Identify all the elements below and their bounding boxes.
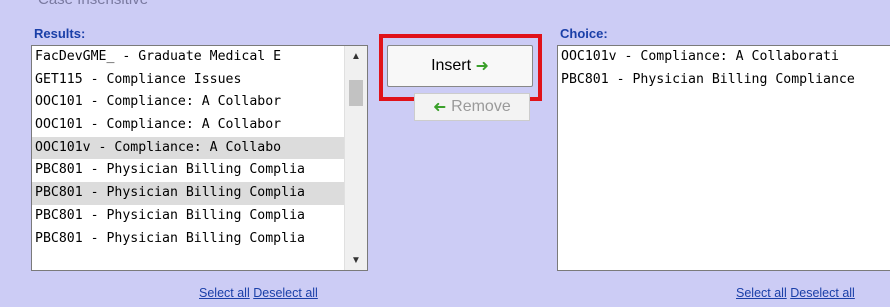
results-list-item[interactable]: PBC801 - Physician Billing Complia: [32, 159, 367, 182]
scroll-down-icon[interactable]: ▼: [345, 250, 367, 270]
choice-listbox[interactable]: OOC101v - Compliance: A Collaborati PBC80…: [557, 45, 890, 271]
results-select-all-link[interactable]: Select all: [199, 286, 250, 300]
results-rows: FacDevGME_ - Graduate Medical E GET115 - …: [32, 46, 367, 250]
header-partial: Case Insensitive: [0, 0, 890, 14]
green-right-arrow-icon: ➜: [471, 58, 489, 75]
green-left-arrow-icon: ➜: [433, 99, 447, 116]
results-list-item[interactable]: OOC101 - Compliance: A Collabor: [32, 91, 367, 114]
choice-deselect-all-link[interactable]: Deselect all: [790, 286, 855, 300]
scroll-thumb[interactable]: [349, 80, 363, 106]
choice-select-all-link[interactable]: Select all: [736, 286, 787, 300]
results-label: Results:: [34, 26, 86, 41]
results-list-item[interactable]: OOC101 - Compliance: A Collabor: [32, 114, 367, 137]
insert-button-label: Insert: [431, 57, 472, 74]
choice-select-links: Select all Deselect all: [736, 286, 855, 300]
remove-button[interactable]: ➜ Remove: [414, 93, 530, 121]
results-scrollbar[interactable]: ▲ ▼: [344, 46, 367, 270]
remove-button-label: Remove: [446, 98, 511, 115]
scroll-up-icon[interactable]: ▲: [345, 46, 367, 66]
results-deselect-all-link[interactable]: Deselect all: [253, 286, 318, 300]
results-list-item[interactable]: PBC801 - Physician Billing Complia: [32, 205, 367, 228]
choice-label: Choice:: [560, 26, 608, 41]
choice-list-item[interactable]: OOC101v - Compliance: A Collaborati: [558, 46, 890, 69]
results-list-item[interactable]: PBC801 - Physician Billing Complia: [32, 228, 367, 251]
results-list-item[interactable]: PBC801 - Physician Billing Complia: [32, 182, 367, 205]
results-select-links: Select all Deselect all: [199, 286, 318, 300]
results-listbox[interactable]: FacDevGME_ - Graduate Medical E GET115 - …: [31, 45, 368, 271]
insert-button[interactable]: Insert ➜: [387, 45, 533, 87]
choice-list-item[interactable]: PBC801 - Physician Billing Compliance: [558, 69, 890, 92]
case-insensitive-text: Case Insensitive: [38, 0, 148, 8]
choice-rows: OOC101v - Compliance: A Collaborati PBC80…: [558, 46, 890, 91]
results-list-item[interactable]: GET115 - Compliance Issues: [32, 69, 367, 92]
results-list-item[interactable]: OOC101v - Compliance: A Collabo: [32, 136, 367, 160]
results-list-item[interactable]: FacDevGME_ - Graduate Medical E: [32, 46, 367, 69]
